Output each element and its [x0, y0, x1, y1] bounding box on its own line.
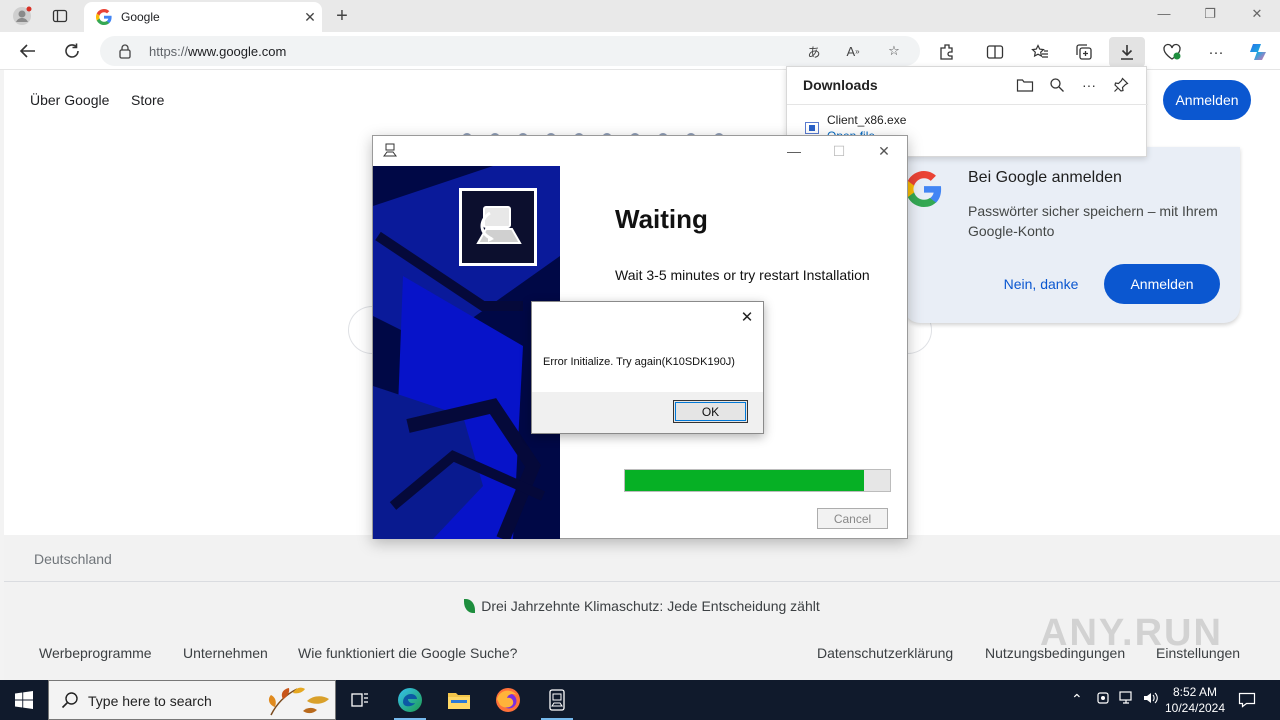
- clock-date: 10/24/2024: [1164, 701, 1226, 715]
- downloads-icon[interactable]: [1109, 37, 1145, 67]
- installer-minimize-icon[interactable]: —: [779, 140, 809, 162]
- pin-icon[interactable]: [1110, 75, 1132, 95]
- volume-icon[interactable]: [1143, 691, 1159, 708]
- installer-heading: Waiting: [615, 204, 708, 234]
- taskbar-search-icon: [61, 691, 79, 714]
- google-signin-prompt: Bei Google anmelden Passwörter sicher sp…: [904, 147, 1240, 323]
- country-label: Deutschland: [34, 551, 112, 567]
- google-logo-icon: [906, 171, 942, 207]
- tray-overflow-icon[interactable]: ⌃: [1071, 691, 1083, 708]
- clock-time: 8:52 AM: [1172, 685, 1218, 699]
- download-file-name[interactable]: Client_x86.exe: [827, 113, 906, 127]
- installer-close-icon[interactable]: ✕: [869, 140, 899, 162]
- tab-title: Google: [121, 10, 160, 24]
- error-ok-button[interactable]: OK: [673, 400, 748, 423]
- restore-icon[interactable]: ❐: [1187, 6, 1233, 26]
- installer-cancel-button[interactable]: Cancel: [817, 508, 888, 529]
- lock-icon[interactable]: [118, 43, 132, 64]
- decline-button[interactable]: Nein, danke: [986, 265, 1096, 303]
- installer-maximize-icon: ☐: [832, 142, 846, 159]
- error-close-icon[interactable]: ✕: [735, 306, 759, 328]
- footer-divider: [4, 581, 1280, 582]
- exe-file-icon: [805, 122, 819, 134]
- task-view-icon[interactable]: [336, 680, 384, 720]
- footer-link-how-search-works[interactable]: Wie funktioniert die Google Suche?: [298, 645, 517, 661]
- footer-link-advertising[interactable]: Werbeprogramme: [39, 645, 152, 661]
- footer-link-privacy[interactable]: Datenschutzerklärung: [817, 645, 953, 661]
- taskbar: Type here to search ⌃ 8:52 AM 10/24/2024: [0, 680, 1280, 720]
- footer-link-business[interactable]: Unternehmen: [183, 645, 268, 661]
- file-explorer-icon[interactable]: [435, 680, 483, 720]
- windows-start-icon[interactable]: [0, 680, 48, 720]
- signin-button[interactable]: Anmelden: [1163, 80, 1251, 120]
- taskbar-clock[interactable]: 8:52 AM 10/24/2024: [1158, 684, 1232, 716]
- url-text: https://www.google.com: [149, 44, 287, 59]
- favorites-icon[interactable]: [1022, 37, 1058, 67]
- tab-actions-icon[interactable]: [50, 6, 70, 26]
- profile-icon[interactable]: [12, 6, 32, 26]
- copilot-icon[interactable]: [1240, 37, 1276, 67]
- installer-subtitle: Wait 3-5 minutes or try restart Installa…: [615, 267, 870, 283]
- taskbar-search-box[interactable]: Type here to search: [48, 680, 336, 720]
- taskbar-search-placeholder: Type here to search: [88, 693, 212, 709]
- installer-titlebar[interactable]: — ☐ ✕: [373, 136, 907, 166]
- edge-icon[interactable]: [386, 680, 434, 720]
- extensions-icon[interactable]: [929, 37, 965, 67]
- new-tab-icon[interactable]: +: [331, 5, 353, 28]
- back-icon[interactable]: [15, 39, 41, 63]
- error-dialog: ✕ Error Initialize. Try again(K10SDK190J…: [531, 301, 764, 434]
- downloads-more-icon[interactable]: ···: [1078, 75, 1100, 95]
- favorite-icon[interactable]: ☆: [884, 42, 904, 60]
- browser-toolbar: https://www.google.com あ A» ☆ ···: [0, 32, 1280, 70]
- window-close-icon[interactable]: ✕: [1234, 6, 1280, 26]
- tray-app-icon[interactable]: [1096, 691, 1110, 708]
- error-message: Error Initialize. Try again(K10SDK190J): [543, 356, 735, 368]
- autumn-leaves-icon: [268, 687, 329, 716]
- prompt-description: Passwörter sicher speichern – mit Ihrem …: [968, 203, 1218, 239]
- collections-icon[interactable]: [1066, 37, 1102, 67]
- downloads-title: Downloads: [803, 77, 878, 93]
- open-folder-icon[interactable]: [1014, 75, 1036, 95]
- search-downloads-icon[interactable]: [1046, 75, 1068, 95]
- installer-app-icon: [383, 143, 397, 160]
- about-google-link[interactable]: Über Google: [30, 92, 109, 108]
- refresh-icon[interactable]: [59, 39, 85, 63]
- translate-icon[interactable]: あ: [804, 42, 824, 60]
- installer-logo-icon: [459, 188, 537, 266]
- installer-progress-fill: [625, 470, 864, 491]
- minimize-icon[interactable]: —: [1141, 6, 1187, 26]
- tab-google[interactable]: Google ✕: [84, 2, 322, 32]
- read-aloud-icon[interactable]: A»: [843, 42, 863, 60]
- address-bar[interactable]: https://www.google.com あ A» ☆: [100, 36, 920, 66]
- downloads-divider: [787, 104, 1148, 105]
- prompt-title: Bei Google anmelden: [968, 169, 1122, 186]
- notification-icon[interactable]: [1234, 688, 1260, 712]
- accept-signin-button[interactable]: Anmelden: [1104, 264, 1220, 304]
- tab-close-icon[interactable]: ✕: [298, 9, 322, 26]
- store-link[interactable]: Store: [131, 92, 164, 108]
- anyrun-watermark: ANY.RUN: [1040, 612, 1223, 654]
- split-screen-icon[interactable]: [977, 37, 1013, 67]
- google-favicon-icon: [96, 9, 112, 25]
- firefox-icon[interactable]: [484, 680, 532, 720]
- leaf-icon: [464, 599, 476, 613]
- browser-essentials-icon[interactable]: [1154, 37, 1190, 67]
- installer-progress-bar: [624, 469, 891, 492]
- browser-titlebar: Google ✕ + — ❐ ✕: [0, 0, 1280, 32]
- google-footer: Deutschland Drei Jahrzehnte Klimaschutz:…: [4, 535, 1280, 680]
- more-icon[interactable]: ···: [1198, 37, 1234, 67]
- network-icon[interactable]: [1119, 691, 1135, 708]
- installer-taskbar-icon[interactable]: [533, 680, 581, 720]
